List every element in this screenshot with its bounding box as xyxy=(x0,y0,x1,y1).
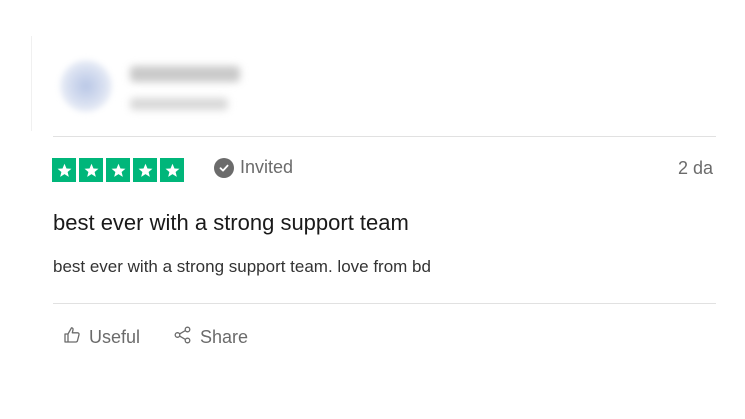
star-rating xyxy=(52,158,184,182)
avatar[interactable] xyxy=(60,60,112,112)
card-border xyxy=(31,36,32,131)
star-icon xyxy=(52,158,76,182)
invited-label: Invited xyxy=(240,157,294,177)
share-icon xyxy=(173,325,193,350)
check-circle-icon xyxy=(214,157,234,178)
review-body: best ever with a strong support team. lo… xyxy=(53,257,431,276)
reviewer-info-blurred xyxy=(60,60,280,120)
reviewer-review-count-blurred xyxy=(130,98,228,110)
star-icon xyxy=(160,158,184,182)
thumbs-up-icon xyxy=(62,325,82,350)
review-date: 2 da xyxy=(678,158,714,178)
useful-label: Useful xyxy=(89,327,141,347)
divider xyxy=(53,303,716,304)
useful-button[interactable]: Useful xyxy=(62,325,140,350)
review-title[interactable]: best ever with a strong support team xyxy=(53,210,409,236)
divider xyxy=(53,136,716,137)
invited-badge[interactable]: Invited xyxy=(214,157,293,178)
star-icon xyxy=(79,158,103,182)
star-icon xyxy=(133,158,157,182)
share-button[interactable]: Share xyxy=(173,325,248,350)
star-icon xyxy=(106,158,130,182)
share-label: Share xyxy=(200,327,249,347)
reviewer-name-blurred[interactable] xyxy=(130,66,240,82)
